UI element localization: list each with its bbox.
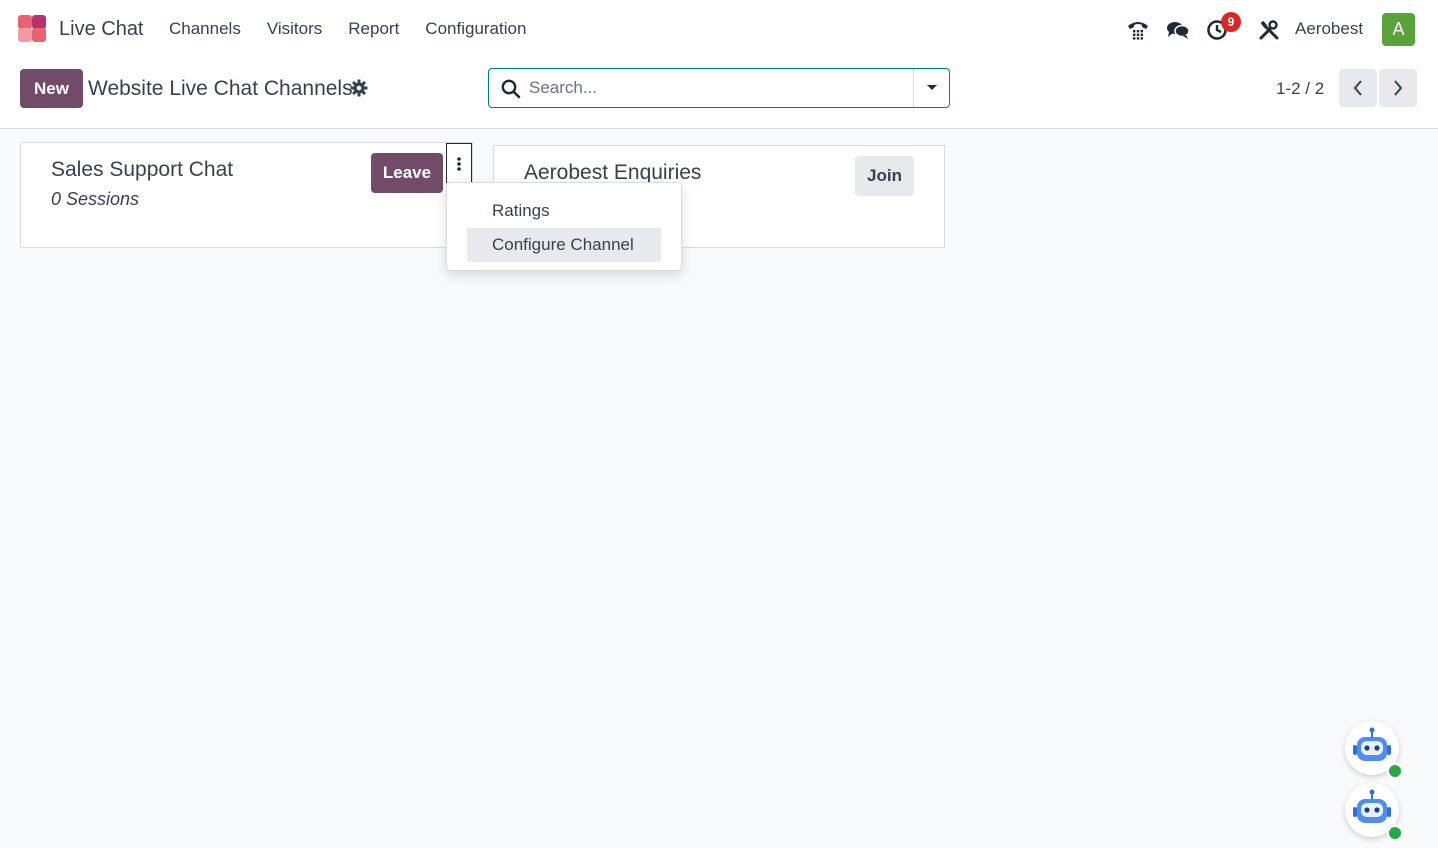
dropdown-item-ratings[interactable]: Ratings — [467, 194, 661, 228]
caret-down-icon — [926, 85, 937, 90]
user-avatar[interactable]: A — [1382, 13, 1415, 46]
search-input[interactable] — [529, 77, 899, 99]
top-navbar: Live Chat Channels Visitors Report Confi… — [0, 0, 1438, 58]
channel-sessions: 0 Sessions — [51, 189, 140, 209]
app-name[interactable]: Live Chat — [59, 18, 144, 41]
messages-icon[interactable] — [1166, 18, 1190, 42]
menu-item-configuration[interactable]: Configuration — [425, 19, 526, 39]
chevron-left-icon — [1353, 80, 1362, 96]
menu-item-report[interactable]: Report — [348, 19, 399, 39]
search-options-toggle[interactable] — [913, 69, 949, 107]
search-icon[interactable] — [501, 79, 521, 99]
control-panel: New Website Live Chat Channels Search...… — [0, 58, 1438, 129]
online-status-dot — [1387, 763, 1403, 779]
menu-item-visitors[interactable]: Visitors — [267, 19, 322, 39]
debug-tools-icon[interactable] — [1257, 18, 1281, 42]
channel-card[interactable]: Sales Support Chat 0 Sessions Leave — [20, 142, 473, 248]
search-bar — [488, 68, 950, 108]
activity-count-badge: 9 — [1221, 12, 1241, 32]
live-chat-app-icon[interactable] — [18, 15, 48, 43]
vertical-ellipsis-icon — [457, 156, 461, 171]
pager-next-button[interactable] — [1379, 69, 1417, 107]
robot-icon — [1353, 789, 1391, 823]
join-button[interactable]: Join — [855, 156, 914, 196]
pager-previous-button[interactable] — [1339, 69, 1377, 107]
chevron-right-icon — [1394, 80, 1403, 96]
main-menu: Channels Visitors Report Configuration — [169, 19, 552, 39]
card-options-toggle[interactable] — [446, 143, 472, 183]
leave-button[interactable]: Leave — [371, 153, 443, 193]
company-switcher[interactable]: Aerobest — [1295, 19, 1363, 39]
robot-icon — [1353, 727, 1391, 761]
gear-icon[interactable] — [350, 79, 368, 97]
page-title: Website Live Chat Channels — [88, 77, 353, 100]
phone-icon[interactable] — [1126, 18, 1150, 42]
online-status-dot — [1387, 825, 1403, 841]
new-button[interactable]: New — [20, 69, 83, 108]
card-options-dropdown: Ratings Configure Channel — [446, 182, 682, 271]
pager-value[interactable]: 1-2 / 2 — [1276, 79, 1324, 99]
menu-item-channels[interactable]: Channels — [169, 19, 241, 39]
channel-name: Sales Support Chat — [51, 158, 234, 181]
dropdown-item-configure-channel[interactable]: Configure Channel — [467, 228, 661, 262]
chatbot-bubble[interactable] — [1345, 783, 1403, 841]
chatbot-bubble[interactable] — [1345, 721, 1403, 779]
